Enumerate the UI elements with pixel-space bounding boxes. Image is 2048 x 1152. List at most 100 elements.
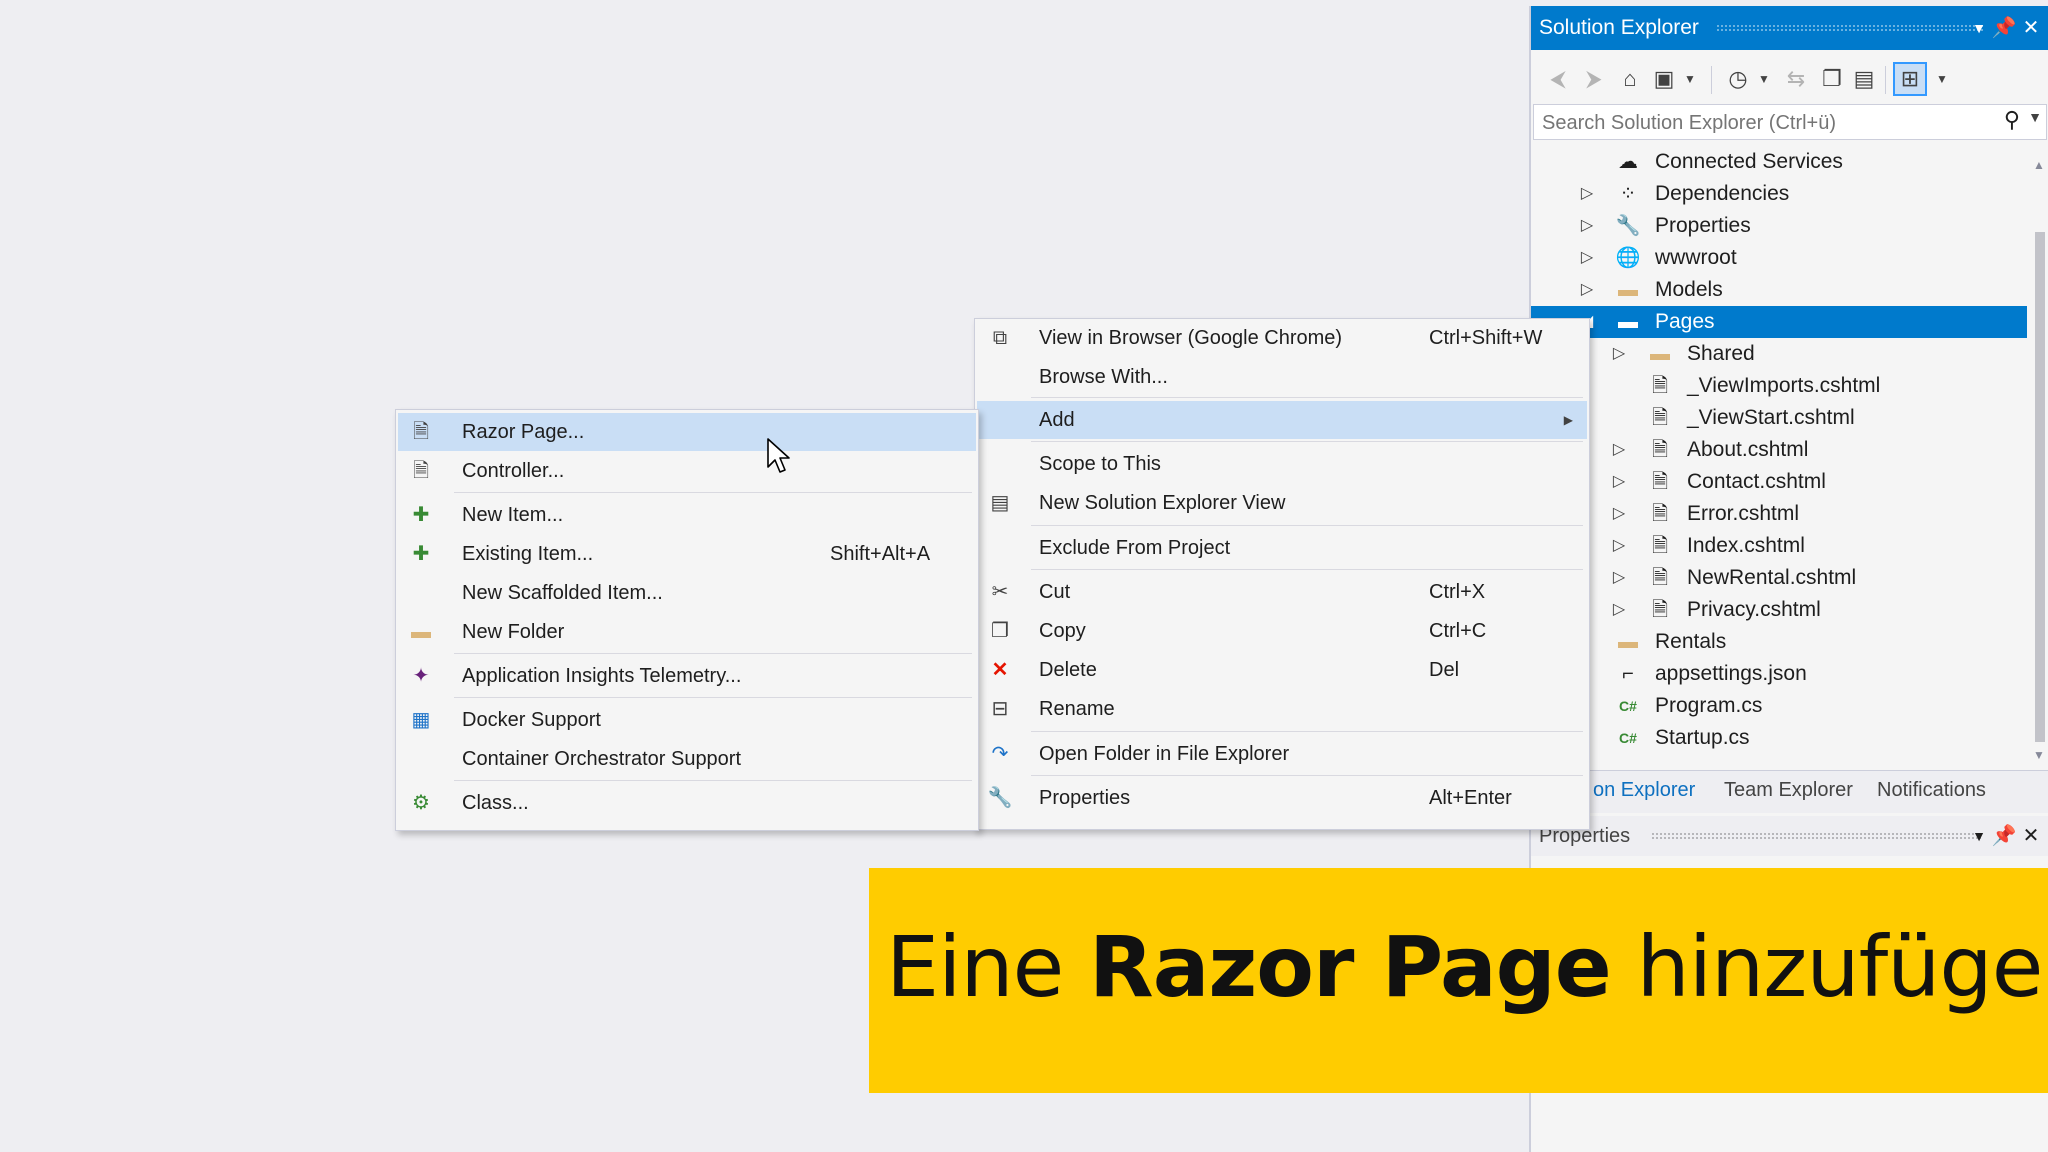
menu-item-label: New Solution Explorer View	[1039, 492, 1286, 514]
menu-item-application-insights-telemetry[interactable]: ✦ Application Insights Telemetry...	[398, 657, 976, 695]
menu-item-new-folder[interactable]: ▬ New Folder	[398, 613, 976, 651]
menu-item-label: Delete	[1039, 659, 1097, 681]
collapsed-caret-icon[interactable]: ▷	[1611, 466, 1627, 498]
toolbar-overflow-icon[interactable]: ▼	[1927, 64, 1957, 94]
collapsed-caret-icon[interactable]: ▷	[1579, 178, 1595, 210]
tree-item-label: Privacy.cshtml	[1687, 598, 1821, 621]
properties-close-icon[interactable]: ✕	[2016, 816, 2046, 856]
menu-item-controller[interactable]: 🗎 Controller...	[398, 452, 976, 490]
tree-item-pages[interactable]: ◢▬Pages	[1531, 306, 2027, 338]
controller-icon: 🗎	[412, 460, 430, 482]
dependencies-icon: ⁘	[1619, 183, 1637, 205]
menu-item-docker-support[interactable]: ▦ Docker Support	[398, 701, 976, 739]
sync-icon[interactable]: ⇆	[1781, 64, 1811, 94]
menu-item-exclude-from-project[interactable]: Exclude From Project	[977, 529, 1587, 567]
menu-separator	[1031, 775, 1583, 776]
tree-item-rentals[interactable]: ▬ Rentals	[1531, 626, 2027, 658]
menu-item-label: Controller...	[462, 460, 565, 482]
menu-item-label: Browse With...	[1039, 366, 1168, 388]
collapsed-caret-icon[interactable]: ▷	[1611, 530, 1627, 562]
preview-selected-icon[interactable]: ⊞	[1893, 62, 1927, 96]
tree-item-index-cshtml[interactable]: ▷ 🗎 Index.cshtml	[1531, 530, 2027, 562]
menu-item-shortcut: Ctrl+X	[1429, 581, 1486, 603]
menu-item-view-in-browser-google-chrome[interactable]: ⧉ View in Browser (Google Chrome) Ctrl+Shi…	[977, 319, 1587, 357]
scroll-up-icon[interactable]: ▲	[2033, 158, 2045, 172]
scrollbar-thumb[interactable]	[2035, 232, 2045, 742]
collapsed-caret-icon[interactable]: ▷	[1579, 242, 1595, 274]
tree-item-viewstart-cshtml[interactable]: 🗎 _ViewStart.cshtml	[1531, 402, 2027, 434]
menu-item-container-orchestrator-support[interactable]: Container Orchestrator Support	[398, 740, 976, 778]
tree-item-label: About.cshtml	[1687, 438, 1809, 461]
pin-icon[interactable]: 📌	[1989, 6, 2019, 50]
menu-item-browse-with[interactable]: Browse With...	[977, 358, 1587, 396]
tree-item-appsettings-json[interactable]: ⌐ appsettings.json	[1531, 658, 2027, 690]
mouse-pointer-icon	[767, 438, 790, 473]
tree-item-startup-cs[interactable]: C# Startup.cs	[1531, 722, 2027, 754]
show-all-files-icon[interactable]: ▤	[1849, 64, 1879, 94]
tree-scrollbar[interactable]: ▲ ▼	[2031, 154, 2048, 764]
tree-item-dependencies[interactable]: ▷ ⁘ Dependencies	[1531, 178, 2027, 210]
tree-item-shared[interactable]: ▷ ▬ Shared	[1531, 338, 2027, 370]
tree-item-label: NewRental.cshtml	[1687, 566, 1857, 589]
title-grip[interactable]	[1716, 24, 1984, 32]
tree-item-error-cshtml[interactable]: ▷ 🗎 Error.cshtml	[1531, 498, 2027, 530]
menu-item-class[interactable]: ⚙ Class...	[398, 784, 976, 822]
tab-solution-explorer[interactable]: on Explorer	[1593, 779, 1695, 802]
menu-item-open-folder-in-file-explorer[interactable]: ↷ Open Folder in File Explorer	[977, 735, 1587, 773]
collapsed-caret-icon[interactable]: ▷	[1611, 562, 1627, 594]
menu-item-new-solution-explorer-view[interactable]: ▤ New Solution Explorer View	[977, 484, 1587, 522]
search-options-dropdown-icon[interactable]: ▼	[2028, 109, 2042, 125]
menu-item-delete[interactable]: ✕ Delete Del	[977, 651, 1587, 689]
csharp-file-icon: C#	[1619, 698, 1637, 714]
razor-file-icon: 🗎	[1651, 375, 1669, 397]
close-icon[interactable]: ✕	[2016, 6, 2046, 50]
tree-item-viewimports-cshtml[interactable]: 🗎 _ViewImports.cshtml	[1531, 370, 2027, 402]
tree-item-label: Rentals	[1655, 630, 1727, 653]
tree-item-connected-services[interactable]: ☁ Connected Services	[1531, 146, 2027, 178]
collapsed-caret-icon[interactable]: ▷	[1611, 498, 1627, 530]
tree-item-contact-cshtml[interactable]: ▷ 🗎 Contact.cshtml	[1531, 466, 2027, 498]
collapsed-caret-icon[interactable]: ▷	[1611, 338, 1627, 370]
menu-item-scope-to-this[interactable]: Scope to This	[977, 445, 1587, 483]
tree-item-about-cshtml[interactable]: ▷ 🗎 About.cshtml	[1531, 434, 2027, 466]
filter-dropdown-icon[interactable]: ▼	[1749, 64, 1779, 94]
tree-item-wwwroot[interactable]: ▷ 🌐 wwwroot	[1531, 242, 2027, 274]
tab-notifications[interactable]: Notifications	[1877, 779, 1986, 802]
collapsed-caret-icon[interactable]: ▷	[1579, 274, 1595, 306]
menu-item-label: Container Orchestrator Support	[462, 748, 742, 770]
tree-item-privacy-cshtml[interactable]: ▷ 🗎 Privacy.cshtml	[1531, 594, 2027, 626]
menu-item-add[interactable]: Add ▶	[977, 401, 1587, 439]
menu-item-properties[interactable]: 🔧 Properties Alt+Enter	[977, 779, 1587, 817]
menu-item-cut[interactable]: ✂ Cut Ctrl+X	[977, 573, 1587, 611]
tree-item-newrental-cshtml[interactable]: ▷ 🗎 NewRental.cshtml	[1531, 562, 2027, 594]
collapsed-caret-icon[interactable]: ▷	[1611, 434, 1627, 466]
search-input[interactable]	[1540, 107, 1984, 139]
menu-item-existing-item[interactable]: ✚ Existing Item... Shift+Alt+A	[398, 535, 976, 573]
collapsed-caret-icon[interactable]: ▷	[1579, 210, 1595, 242]
solution-explorer-search[interactable]: ⚲ ▼	[1533, 104, 2047, 140]
tree-item-models[interactable]: ▷ ▬ Models	[1531, 274, 2027, 306]
tree-item-program-cs[interactable]: C# Program.cs	[1531, 690, 2027, 722]
tree-item-properties[interactable]: ▷ 🔧 Properties	[1531, 210, 2027, 242]
collapsed-caret-icon[interactable]: ▷	[1611, 594, 1627, 626]
insights-icon: ✦	[412, 665, 430, 687]
delete-icon: ✕	[991, 659, 1009, 681]
properties-pin-icon[interactable]: 📌	[1989, 816, 2019, 856]
menu-item-razor-page[interactable]: 🗎 Razor Page...	[398, 413, 976, 451]
tab-team-explorer[interactable]: Team Explorer	[1724, 779, 1853, 802]
menu-item-new-scaffolded-item[interactable]: New Scaffolded Item...	[398, 574, 976, 612]
toolbar-separator	[1885, 66, 1886, 94]
forward-icon[interactable]: ⮞	[1579, 64, 1609, 94]
menu-item-label: Razor Page...	[462, 421, 585, 443]
menu-item-new-item[interactable]: ✚ New Item...	[398, 496, 976, 534]
switch-views-dropdown-icon[interactable]: ▼	[1675, 64, 1705, 94]
properties-grip[interactable]	[1651, 832, 1981, 840]
scroll-down-icon[interactable]: ▼	[2033, 748, 2045, 762]
menu-item-rename[interactable]: ⊟ Rename	[977, 690, 1587, 728]
menu-item-copy[interactable]: ❐ Copy Ctrl+C	[977, 612, 1587, 650]
collapse-all-icon[interactable]: ❐	[1817, 64, 1847, 94]
home-icon[interactable]: ⌂	[1615, 64, 1645, 94]
search-icon[interactable]: ⚲	[2004, 107, 2020, 133]
menu-separator	[454, 492, 972, 493]
back-icon[interactable]: ⮜	[1543, 64, 1573, 94]
